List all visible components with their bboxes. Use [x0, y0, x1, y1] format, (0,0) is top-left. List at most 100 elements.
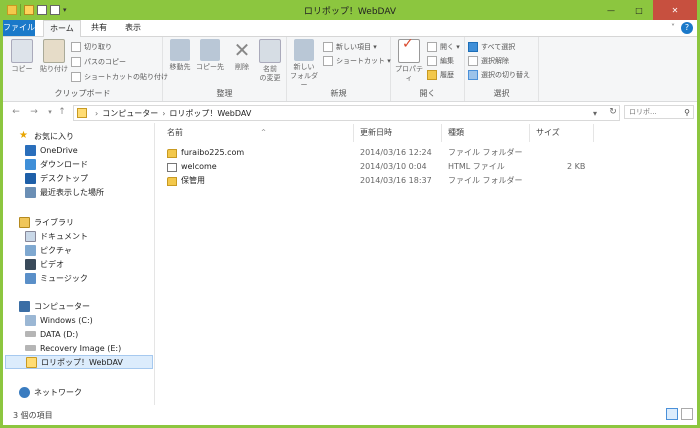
breadcrumb-separator[interactable]: ›	[162, 109, 165, 118]
address-dropdown-icon[interactable]: ▾	[593, 109, 597, 118]
move-to-button[interactable]: 移動先	[165, 39, 195, 72]
file-date: 2014/03/16 18:37	[360, 176, 432, 185]
nav-downloads[interactable]: ダウンロード	[25, 157, 88, 171]
shortcut-button[interactable]: ショートカット ▾	[323, 55, 391, 67]
nav-recent-places[interactable]: 最近表示した場所	[25, 185, 104, 199]
nav-webdav[interactable]: ロリポップ！WebDAV	[5, 355, 153, 369]
organize-group: 移動先 コピー先 ✕ 削除 名前 の変更 整理	[163, 37, 287, 101]
ribbon-tabs: ファイル ホーム 共有 表示	[3, 20, 697, 38]
download-icon	[25, 158, 36, 170]
search-input[interactable]: ロリポ...	[629, 108, 657, 116]
nav-drive-d[interactable]: DATA (D:)	[25, 327, 78, 341]
cut-label: 切り取り	[84, 43, 112, 51]
nav-drive-c-label: Windows (C:)	[40, 315, 93, 325]
history-label: 履歴	[440, 71, 454, 79]
breadcrumb-separator[interactable]: ›	[95, 109, 98, 118]
nav-documents[interactable]: ドキュメント	[25, 229, 88, 243]
file-row[interactable]: welcome 2014/03/10 0:04 HTML ファイル 2 KB	[155, 160, 635, 174]
star-icon: ★	[19, 129, 28, 141]
select-none-button[interactable]: 選択解除	[468, 55, 509, 67]
column-header-date[interactable]: 更新日時	[354, 124, 442, 142]
minimize-button[interactable]: —	[597, 0, 625, 20]
breadcrumb-computer[interactable]: コンピューター	[102, 108, 158, 119]
delete-x-icon: ✕	[233, 38, 251, 62]
tab-share[interactable]: 共有	[85, 20, 113, 36]
video-icon	[25, 258, 36, 270]
nav-network[interactable]: ネットワーク	[19, 385, 82, 399]
file-size: 2 KB	[567, 162, 586, 171]
file-row[interactable]: 保管用 2014/03/16 18:37 ファイル フォルダー	[155, 174, 635, 188]
nav-drive-e[interactable]: Recovery Image (E:)	[25, 341, 121, 355]
column-header-type[interactable]: 種類	[442, 124, 530, 142]
file-row[interactable]: furaibo225.com 2014/03/16 12:24 ファイル フォル…	[155, 146, 635, 160]
nav-computer[interactable]: コンピューター	[19, 299, 90, 313]
nav-recent-label: 最近表示した場所	[40, 187, 104, 197]
search-icon[interactable]: ⚲	[684, 106, 690, 119]
tab-view[interactable]: 表示	[119, 20, 147, 36]
close-button[interactable]: ✕	[653, 0, 697, 20]
delete-button[interactable]: ✕ 削除	[227, 39, 257, 72]
cut-button[interactable]: 切り取り	[71, 41, 112, 53]
select-group: すべて選択 選択解除 選択の切り替え 選択	[465, 37, 539, 101]
rename-label-line2: の変更	[259, 74, 281, 82]
folder-icon	[167, 148, 177, 158]
forward-button[interactable]: →	[27, 105, 41, 119]
invert-selection-button[interactable]: 選択の切り替え	[468, 69, 530, 81]
copy-button[interactable]: コピー	[7, 39, 37, 74]
nav-desktop[interactable]: デスクトップ	[25, 171, 88, 185]
webdav-folder-icon	[77, 108, 87, 118]
refresh-button[interactable]: ↻	[606, 105, 620, 119]
details-view-icon[interactable]	[666, 408, 678, 420]
file-date: 2014/03/16 12:24	[360, 148, 432, 157]
nav-pictures[interactable]: ピクチャ	[25, 243, 72, 257]
file-name-cell: welcome	[167, 160, 217, 174]
nav-videos[interactable]: ビデオ	[25, 257, 64, 271]
paste-shortcut-button[interactable]: ショートカットの貼り付け	[71, 71, 168, 83]
nav-onedrive[interactable]: OneDrive	[25, 143, 78, 157]
nav-favorites[interactable]: ★ お気に入り	[19, 129, 74, 143]
address-bar: ← → ▾ ↑ › コンピューター › ロリポップ！WebDAV ▾ ↻ ロリポ…	[3, 102, 697, 122]
tab-home[interactable]: ホーム	[43, 20, 81, 38]
file-date: 2014/03/10 0:04	[360, 162, 427, 171]
copy-to-label: コピー先	[196, 63, 224, 71]
properties-button[interactable]: ✓ プロパティ	[393, 37, 425, 83]
copy-to-button[interactable]: コピー先	[195, 39, 225, 72]
window-controls: — □ ✕	[597, 0, 697, 20]
edit-button[interactable]: 編集	[427, 55, 454, 67]
paste-button[interactable]: 貼り付け	[39, 39, 69, 74]
title-bar: ▾ ロリポップ！WebDAV — □ ✕	[3, 0, 697, 20]
breadcrumb[interactable]: › コンピューター › ロリポップ！WebDAV ▾	[73, 105, 620, 121]
select-none-icon	[468, 56, 478, 66]
ribbon: コピー 貼り付け 切り取り パスのコピー ショートカットの貼り付け クリップボー…	[3, 37, 697, 102]
breadcrumb-webdav[interactable]: ロリポップ！WebDAV	[169, 108, 251, 119]
new-group: 新しい フォルダー 新しい項目 ▾ ショートカット ▾ 新規	[287, 37, 391, 101]
open-button[interactable]: 開く ▾	[427, 41, 460, 53]
copy-path-button[interactable]: パスのコピー	[71, 56, 126, 68]
nav-libraries[interactable]: ライブラリ	[19, 215, 74, 229]
history-icon	[427, 70, 437, 80]
open-group-label: 開く	[419, 89, 436, 98]
invert-selection-label: 選択の切り替え	[481, 71, 530, 79]
file-name: furaibo225.com	[181, 148, 245, 157]
rename-button[interactable]: 名前 の変更	[255, 39, 285, 83]
nav-drive-c[interactable]: Windows (C:)	[25, 313, 93, 327]
column-header-name[interactable]: 名前 ^	[161, 124, 354, 142]
back-button[interactable]: ←	[9, 105, 23, 119]
recent-places-icon	[25, 186, 36, 198]
clipboard-icon	[43, 39, 65, 63]
nav-music[interactable]: ミュージック	[25, 271, 88, 285]
new-item-button[interactable]: 新しい項目 ▾	[323, 41, 377, 53]
tab-file[interactable]: ファイル	[3, 20, 35, 36]
maximize-button[interactable]: □	[625, 0, 653, 20]
history-button[interactable]: 履歴	[427, 69, 454, 81]
copy-path-label: パスのコピー	[84, 58, 126, 66]
ribbon-collapse-icon[interactable]: ˅	[671, 23, 675, 32]
new-folder-button[interactable]: 新しい フォルダー	[289, 39, 319, 90]
column-header-size[interactable]: サイズ	[530, 124, 594, 142]
large-icons-view-icon[interactable]	[681, 408, 693, 420]
search-box[interactable]: ロリポ... ⚲	[624, 105, 694, 119]
select-all-button[interactable]: すべて選択	[468, 41, 515, 53]
up-button[interactable]: ↑	[55, 105, 69, 119]
properties-label: プロパティ	[395, 65, 423, 82]
help-icon[interactable]: ?	[681, 22, 693, 34]
